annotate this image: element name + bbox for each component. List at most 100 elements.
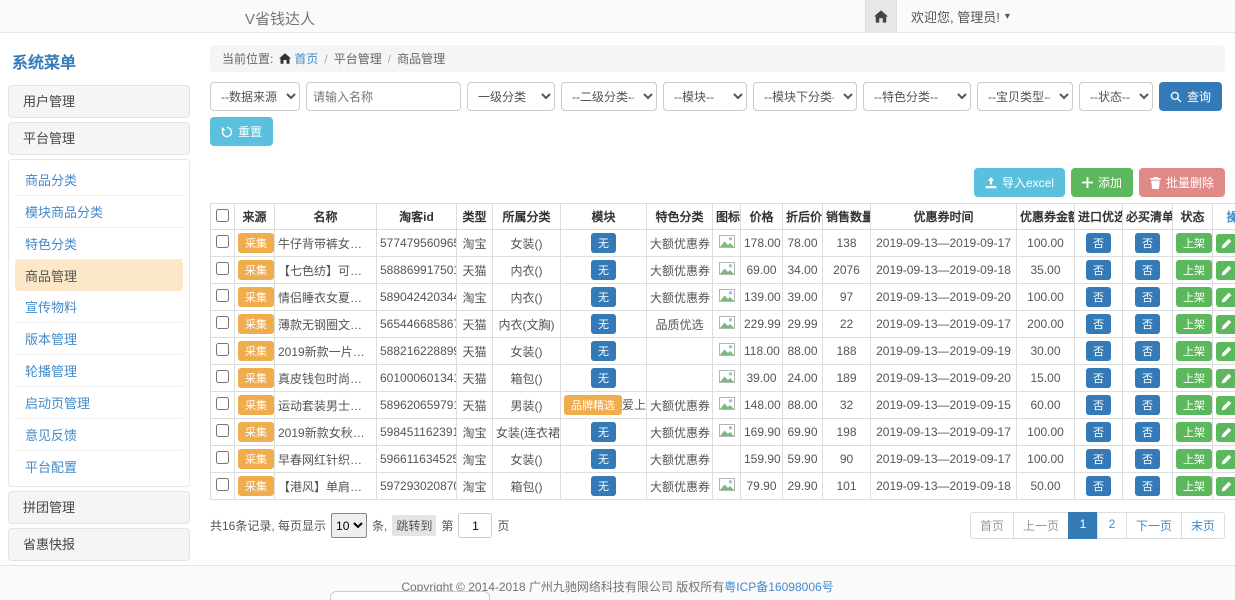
status-button[interactable]: 上架	[1176, 341, 1212, 361]
must-buy-toggle[interactable]: 否	[1135, 233, 1160, 253]
must-buy-toggle[interactable]: 否	[1135, 449, 1160, 469]
breadcrumb-separator: /	[324, 52, 327, 66]
row-checkbox[interactable]	[216, 289, 229, 302]
pager-button[interactable]: 下一页	[1126, 512, 1182, 539]
must-buy-toggle[interactable]: 否	[1135, 287, 1160, 307]
must-buy-toggle[interactable]: 否	[1135, 368, 1160, 388]
must-buy-toggle[interactable]: 否	[1135, 476, 1160, 496]
status-button[interactable]: 上架	[1176, 287, 1212, 307]
sidebar-item[interactable]: 平台配置	[15, 451, 183, 482]
edit-button[interactable]	[1216, 477, 1235, 496]
status-button[interactable]: 上架	[1176, 260, 1212, 280]
row-actions	[1216, 423, 1235, 442]
status-button[interactable]: 上架	[1176, 422, 1212, 442]
filter-select[interactable]: --模块--	[663, 82, 747, 111]
must-buy-toggle[interactable]: 否	[1135, 422, 1160, 442]
edit-button[interactable]	[1216, 450, 1235, 469]
row-checkbox[interactable]	[216, 262, 229, 275]
sidebar-section-header[interactable]: 省惠快报	[8, 528, 190, 561]
sidebar-item[interactable]: 特色分类	[15, 228, 183, 260]
pager-button[interactable]: 2	[1097, 512, 1127, 539]
page-jump-input[interactable]	[458, 513, 492, 538]
filter-select[interactable]: 一级分类	[467, 82, 555, 111]
sidebar-section-header[interactable]: 拼团管理	[8, 491, 190, 524]
row-checkbox[interactable]	[216, 451, 229, 464]
sidebar-item[interactable]: 轮播管理	[15, 355, 183, 387]
import-select-toggle[interactable]: 否	[1086, 287, 1111, 307]
per-page-select[interactable]: 10	[331, 513, 367, 538]
product-name: 运动套装男士卫衣初秋...	[275, 392, 377, 419]
batch-delete-button[interactable]: 批量删除	[1139, 168, 1225, 197]
sidebar-item[interactable]: 意见反馈	[15, 419, 183, 451]
sidebar-item[interactable]: 模块商品分类	[15, 196, 183, 228]
breadcrumb-home-link[interactable]: 首页	[279, 50, 318, 67]
column-header: 类型	[457, 204, 493, 230]
user-menu[interactable]: 欢迎您, 管理员! ▾	[897, 0, 1024, 32]
row-checkbox[interactable]	[216, 424, 229, 437]
name-search-input[interactable]	[306, 82, 461, 111]
edit-button[interactable]	[1216, 261, 1235, 280]
edit-button[interactable]	[1216, 315, 1235, 334]
edit-button[interactable]	[1216, 396, 1235, 415]
product-category: 女装(连衣裙)	[493, 419, 561, 446]
home-button[interactable]	[865, 0, 897, 32]
import-select-toggle[interactable]: 否	[1086, 476, 1111, 496]
filter-select[interactable]: --模块下分类--	[753, 82, 857, 111]
sidebar-item[interactable]: 商品分类	[15, 164, 183, 196]
must-buy-toggle[interactable]: 否	[1135, 314, 1160, 334]
filter-select[interactable]: --状态--	[1079, 82, 1153, 111]
sidebar-item[interactable]: 商品管理	[15, 260, 183, 291]
edit-button[interactable]	[1216, 342, 1235, 361]
pager-button[interactable]: 末页	[1181, 512, 1225, 539]
status-button[interactable]: 上架	[1176, 233, 1212, 253]
filter-select[interactable]: --二级分类--	[561, 82, 657, 111]
must-buy-toggle[interactable]: 否	[1135, 260, 1160, 280]
row-checkbox[interactable]	[216, 397, 229, 410]
column-header: 操作	[1213, 204, 1235, 230]
edit-button[interactable]	[1216, 288, 1235, 307]
reset-button[interactable]: 重置	[210, 117, 273, 146]
import-select-toggle[interactable]: 否	[1086, 314, 1111, 334]
row-checkbox[interactable]	[216, 370, 229, 383]
add-button[interactable]: 添加	[1071, 168, 1133, 197]
pager-button[interactable]: 1	[1068, 512, 1098, 539]
search-button[interactable]: 查询	[1159, 82, 1222, 111]
must-buy-toggle[interactable]: 否	[1135, 341, 1160, 361]
sales-count: 97	[823, 284, 871, 311]
sidebar-item[interactable]: 版本管理	[15, 323, 183, 355]
filter-select[interactable]: --宝贝类型--	[977, 82, 1073, 111]
row-checkbox[interactable]	[216, 478, 229, 491]
filter-select[interactable]: --数据来源--	[210, 82, 300, 111]
source-badge: 采集	[238, 395, 274, 415]
import-select-toggle[interactable]: 否	[1086, 368, 1111, 388]
import-select-toggle[interactable]: 否	[1086, 260, 1111, 280]
coupon-amount: 35.00	[1017, 257, 1075, 284]
status-button[interactable]: 上架	[1176, 368, 1212, 388]
import-select-toggle[interactable]: 否	[1086, 341, 1111, 361]
feature-category: 大额优惠券	[647, 473, 713, 500]
status-button[interactable]: 上架	[1176, 476, 1212, 496]
edit-button[interactable]	[1216, 369, 1235, 388]
status-button[interactable]: 上架	[1176, 395, 1212, 415]
sidebar-item[interactable]: 宣传物料	[15, 291, 183, 323]
import-select-toggle[interactable]: 否	[1086, 395, 1111, 415]
edit-button[interactable]	[1216, 234, 1235, 253]
icp-link[interactable]: 粤ICP备16098006号	[724, 580, 833, 594]
status-button[interactable]: 上架	[1176, 314, 1212, 334]
sidebar-section-header[interactable]: 用户管理	[8, 85, 190, 118]
row-checkbox[interactable]	[216, 235, 229, 248]
must-buy-toggle[interactable]: 否	[1135, 395, 1160, 415]
jump-suffix-label: 页	[497, 517, 509, 534]
import-select-toggle[interactable]: 否	[1086, 233, 1111, 253]
sidebar-item[interactable]: 启动页管理	[15, 387, 183, 419]
filter-select[interactable]: --特色分类--	[863, 82, 971, 111]
status-button[interactable]: 上架	[1176, 449, 1212, 469]
edit-button[interactable]	[1216, 423, 1235, 442]
import-select-toggle[interactable]: 否	[1086, 449, 1111, 469]
import-select-toggle[interactable]: 否	[1086, 422, 1111, 442]
sidebar-section-header[interactable]: 平台管理	[8, 122, 190, 155]
row-checkbox[interactable]	[216, 316, 229, 329]
row-checkbox[interactable]	[216, 343, 229, 356]
select-all-checkbox[interactable]	[216, 209, 229, 222]
import-excel-button[interactable]: 导入excel	[974, 168, 1065, 197]
